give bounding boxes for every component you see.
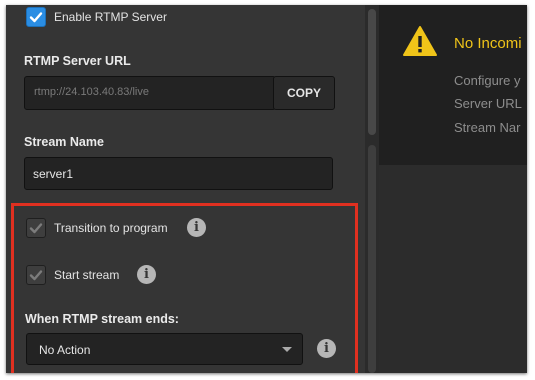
stream-ends-title: When RTMP stream ends:	[25, 312, 179, 326]
app-window: Enable RTMP Server RTMP Server URL rtmp:…	[6, 5, 527, 373]
notice-line: Stream Nar	[454, 120, 521, 135]
stream-ends-value: No Action	[39, 343, 91, 357]
notice-title: No Incomi	[454, 35, 522, 52]
transition-label: Transition to program	[54, 221, 168, 235]
enable-rtmp-checkbox[interactable]	[26, 7, 46, 27]
chevron-down-icon	[282, 347, 292, 352]
checkmark-icon	[29, 223, 43, 234]
enable-rtmp-label: Enable RTMP Server	[54, 10, 167, 24]
warning-icon	[403, 26, 437, 56]
start-stream-info-icon[interactable]: i	[137, 265, 156, 284]
stream-ends-info-icon[interactable]: i	[317, 339, 336, 358]
checkmark-icon	[29, 12, 43, 23]
server-url-value: rtmp://24.103.40.83/live	[34, 86, 149, 98]
stream-ends-select[interactable]: No Action	[26, 333, 303, 365]
no-incoming-notice: No Incomi Configure y Server URL Stream …	[379, 5, 527, 165]
start-stream-checkbox[interactable]	[26, 265, 46, 285]
notice-line: Server URL	[454, 96, 522, 111]
notice-line: Configure y	[454, 73, 521, 88]
stream-name-title: Stream Name	[24, 135, 104, 149]
checkmark-icon	[29, 270, 43, 281]
stream-name-field[interactable]: server1	[24, 157, 333, 190]
rtmp-settings-panel: Enable RTMP Server RTMP Server URL rtmp:…	[6, 5, 365, 373]
copy-button[interactable]: COPY	[273, 76, 335, 110]
scrollbar-thumb[interactable]	[368, 9, 376, 135]
scrollbar-track	[368, 145, 376, 373]
server-url-title: RTMP Server URL	[24, 54, 131, 68]
start-stream-label: Start stream	[54, 268, 120, 282]
scrollbar[interactable]	[365, 5, 379, 373]
transition-info-icon[interactable]: i	[187, 218, 206, 237]
server-url-field[interactable]: rtmp://24.103.40.83/live	[24, 76, 276, 110]
transition-checkbox[interactable]	[26, 218, 46, 238]
preview-panel: No Incomi Configure y Server URL Stream …	[379, 5, 527, 373]
